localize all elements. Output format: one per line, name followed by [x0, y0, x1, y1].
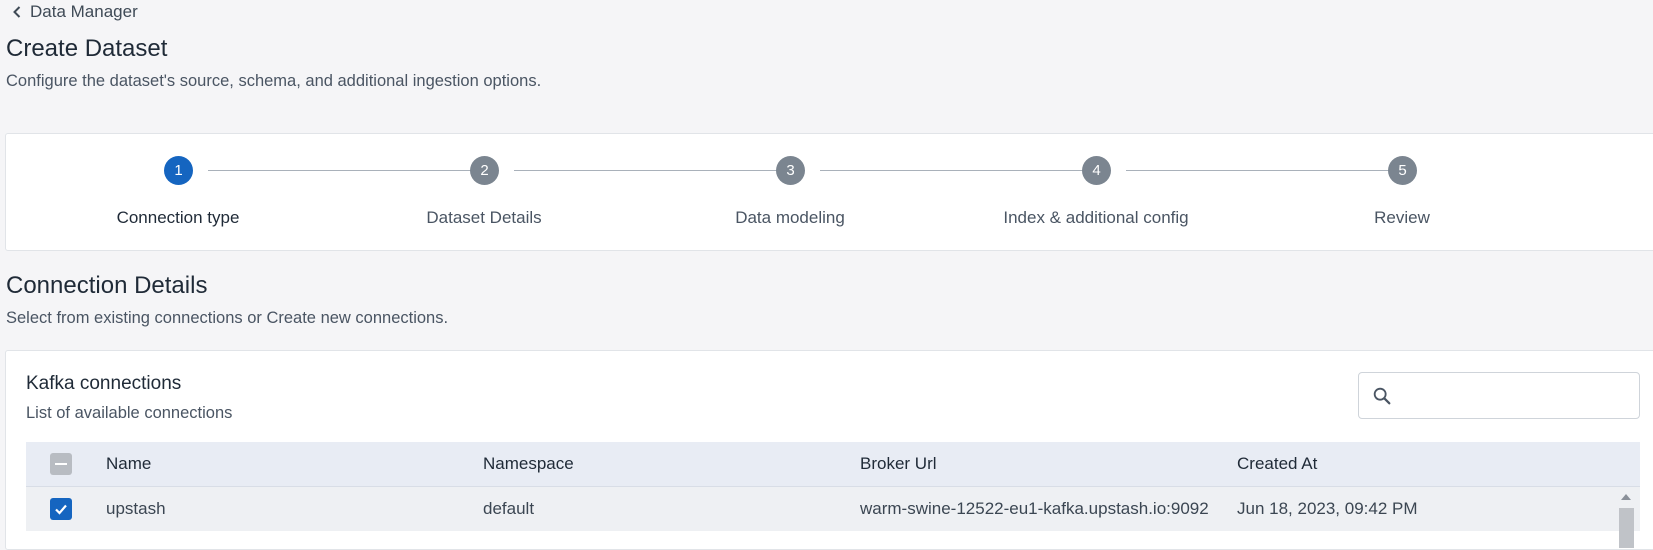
page-title: Create Dataset: [6, 35, 168, 62]
step-2-circle[interactable]: 2: [470, 156, 499, 185]
row-select-cell: [26, 498, 106, 520]
step-5-circle[interactable]: 5: [1388, 156, 1417, 185]
step-5-label[interactable]: Review: [1272, 208, 1532, 228]
header-name[interactable]: Name: [106, 454, 483, 474]
kafka-connections-card: Kafka connections List of available conn…: [5, 350, 1653, 550]
cell-broker-url: warm-swine-12522-eu1-kafka.upstash.io:90…: [860, 499, 1209, 518]
checkmark-icon: [55, 504, 67, 515]
step-connector: [820, 170, 1083, 171]
page-subtitle: Configure the dataset's source, schema, …: [6, 72, 542, 90]
chevron-left-icon: [13, 6, 21, 18]
step-1-circle[interactable]: 1: [164, 156, 193, 185]
row-checkbox[interactable]: [50, 498, 72, 520]
cell-name: upstash: [106, 499, 166, 518]
section-subtitle: Select from existing connections or Crea…: [6, 309, 449, 327]
step-2-label[interactable]: Dataset Details: [354, 208, 614, 228]
search-input[interactable]: [1401, 373, 1639, 418]
back-link[interactable]: Data Manager: [10, 2, 138, 22]
select-all-checkbox[interactable]: [50, 453, 72, 475]
table-header: Name Namespace Broker Url Created At: [26, 442, 1640, 487]
header-broker-url[interactable]: Broker Url: [860, 454, 1237, 474]
step-4-label[interactable]: Index & additional config: [966, 208, 1226, 228]
section-title: Connection Details: [6, 272, 208, 299]
step-3-circle[interactable]: 3: [776, 156, 805, 185]
search-box[interactable]: [1358, 372, 1640, 419]
select-all-cell: [26, 453, 106, 475]
scroll-up-arrow-icon[interactable]: [1621, 494, 1631, 500]
scrollbar-thumb[interactable]: [1619, 508, 1634, 548]
step-connector: [1126, 170, 1389, 171]
cell-namespace: default: [483, 499, 535, 518]
search-icon: [1373, 387, 1391, 404]
back-link-label: Data Manager: [30, 2, 138, 21]
cell-created-at: Jun 18, 2023, 09:42 PM: [1237, 499, 1418, 518]
card-title: Kafka connections: [26, 373, 182, 394]
header-namespace[interactable]: Namespace: [483, 454, 860, 474]
step-3-label[interactable]: Data modeling: [660, 208, 920, 228]
step-connector: [514, 170, 777, 171]
step-4-circle[interactable]: 4: [1082, 156, 1111, 185]
step-1-label[interactable]: Connection type: [48, 208, 308, 228]
connections-table: Name Namespace Broker Url Created At ups…: [26, 442, 1640, 531]
step-connector: [208, 170, 471, 171]
stepper: 1 2 3 4 5 Connection type Dataset Detail…: [5, 133, 1653, 251]
header-created-at[interactable]: Created At: [1237, 454, 1617, 474]
card-subtitle: List of available connections: [26, 404, 233, 422]
table-row[interactable]: upstash default warm-swine-12522-eu1-kaf…: [26, 487, 1640, 531]
